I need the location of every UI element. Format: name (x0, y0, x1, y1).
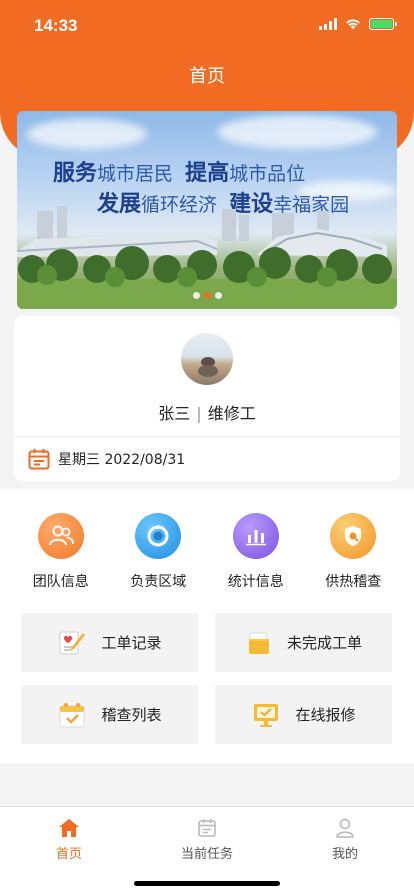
home-icon (59, 819, 79, 837)
tab-label: 当前任务 (180, 847, 233, 862)
banner-carousel[interactable]: 服务城市居民 提高城市品位 发展循环经济 建设幸福家园 (17, 111, 397, 309)
tile-label: 工单记录 (101, 634, 162, 652)
work-order-icon (59, 631, 86, 654)
tile-label: 未完成工单 (286, 634, 362, 652)
carousel-dot-active[interactable] (203, 292, 211, 299)
quick-action-statistics[interactable]: 统计信息 (211, 513, 301, 591)
status-icons (319, 18, 397, 30)
user-name: 张三 (158, 404, 191, 423)
quick-action-label: 团队信息 (32, 574, 89, 590)
quick-action-label: 统计信息 (227, 574, 284, 590)
date-row: 星期三 2022/08/31 (28, 448, 185, 470)
task-icon (198, 819, 216, 837)
quick-action-team[interactable]: 团队信息 (16, 513, 106, 591)
shield-icon (330, 513, 377, 559)
quick-action-label: 负责区域 (130, 574, 187, 590)
user-icon (336, 818, 354, 838)
main-section: 团队信息 负责区域 统计信息 供热稽查 工单记录 未完成工单 稽查列表 在线报修 (0, 489, 414, 763)
banner-slogan-line1: 服务城市居民 提高城市品位 (53, 161, 306, 186)
signal-icon (319, 18, 337, 30)
team-icon (37, 513, 84, 559)
user-separator: | (196, 404, 202, 423)
page-title: 首页 (189, 66, 225, 87)
calendar-icon (28, 449, 50, 470)
monitor-icon (254, 703, 279, 727)
profile-card: 张三 | 维修工 星期三 2022/08/31 (14, 316, 400, 481)
tile-label: 在线报修 (295, 706, 356, 724)
tile-work-order-records[interactable]: 工单记录 (21, 613, 198, 672)
carousel-indicator (17, 292, 397, 299)
tile-inspection-list[interactable]: 稽查列表 (21, 685, 198, 744)
user-info: 张三 | 维修工 (14, 400, 400, 424)
status-bar: 14:33 (0, 0, 414, 50)
carousel-dot[interactable] (214, 292, 222, 299)
quick-action-region[interactable]: 负责区域 (113, 513, 203, 591)
tab-current-tasks[interactable]: 当前任务 (138, 817, 276, 862)
avatar[interactable] (181, 333, 233, 385)
function-tiles: 工单记录 未完成工单 稽查列表 在线报修 (21, 613, 393, 744)
quick-action-heating-inspection[interactable]: 供热稽查 (308, 513, 398, 591)
tile-online-repair[interactable]: 在线报修 (215, 685, 392, 744)
status-time: 14:33 (34, 16, 78, 35)
user-role: 维修工 (207, 404, 256, 423)
region-icon (135, 513, 182, 559)
quick-actions: 团队信息 负责区域 统计信息 供热稽查 (0, 513, 414, 591)
quick-action-label: 供热稽查 (325, 574, 382, 590)
home-indicator (134, 881, 280, 886)
tab-mine[interactable]: 我的 (276, 817, 414, 862)
carousel-dot[interactable] (192, 292, 200, 299)
battery-icon (369, 18, 397, 30)
tab-label: 首页 (55, 847, 82, 862)
tab-home[interactable]: 首页 (0, 817, 138, 862)
folder-icon (248, 632, 269, 654)
date-text: 星期三 2022/08/31 (58, 452, 186, 468)
tab-label: 我的 (331, 847, 358, 862)
tile-label: 稽查列表 (101, 706, 162, 724)
tile-incomplete-work-orders[interactable]: 未完成工单 (215, 613, 392, 672)
calendar-check-icon (59, 702, 85, 727)
chart-icon (232, 513, 279, 559)
card-divider (14, 436, 400, 437)
wifi-icon (346, 19, 360, 30)
